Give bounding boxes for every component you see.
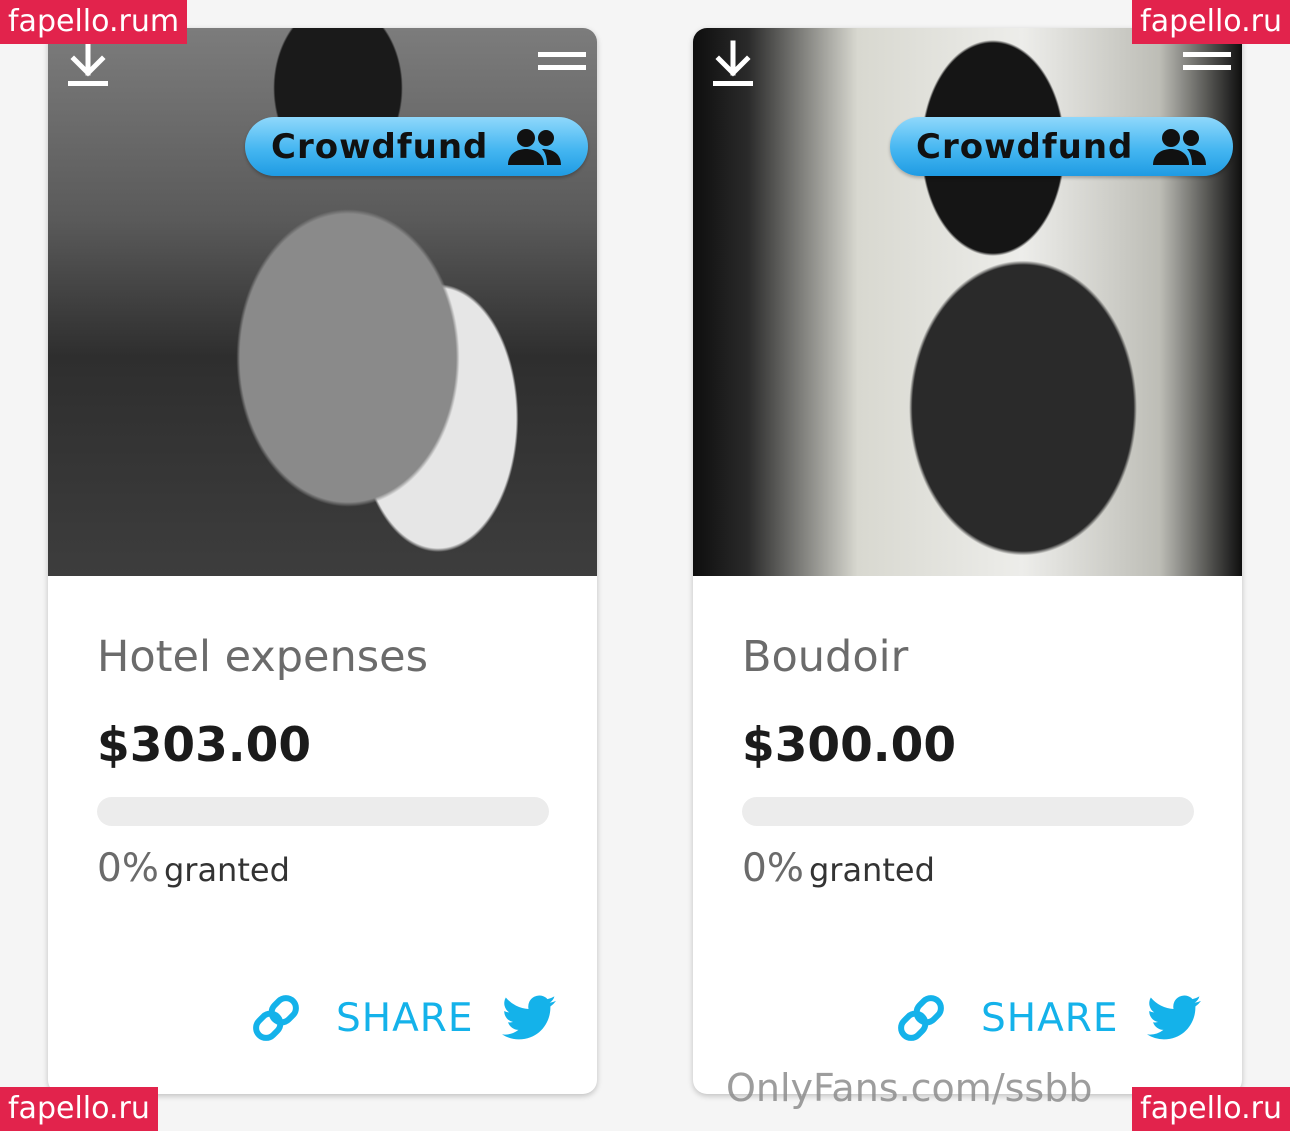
twitter-icon[interactable]	[1146, 995, 1201, 1041]
watermark-bottom-left: fapello.ru	[0, 1087, 158, 1131]
card-photo[interactable]: Crowdfund	[48, 28, 597, 576]
link-icon[interactable]	[893, 990, 949, 1046]
download-icon	[713, 40, 753, 86]
menu-icon	[538, 52, 586, 70]
granted-status: 0% granted	[742, 846, 935, 891]
crowdfund-card: Crowdfund Boudoir $300.00 0% granted SHA…	[693, 28, 1242, 1094]
share-row: SHARE	[248, 988, 556, 1048]
link-icon[interactable]	[248, 990, 304, 1046]
badge-label: Crowdfund	[916, 126, 1134, 167]
card-amount: $303.00	[97, 718, 312, 773]
watermark-top-right: fapello.ru	[1132, 0, 1290, 44]
crowdfund-badge: Crowdfund	[245, 117, 589, 176]
download-icon	[68, 40, 108, 86]
crowdfund-badge: Crowdfund	[890, 117, 1234, 176]
watermark-top-left: fapello.rum	[0, 0, 188, 44]
card-amount: $300.00	[742, 718, 957, 773]
group-icon	[1153, 128, 1207, 165]
group-icon	[508, 128, 562, 165]
share-button[interactable]: SHARE	[981, 996, 1119, 1041]
crowdfund-card: Crowdfund Hotel expenses $303.00 0% gran…	[48, 28, 597, 1094]
granted-label: granted	[163, 851, 290, 889]
download-button[interactable]	[701, 28, 765, 100]
granted-status: 0% granted	[97, 846, 290, 891]
onlyfans-watermark: OnlyFans.com/ssbb	[726, 1066, 1093, 1110]
progress-bar	[742, 797, 1194, 826]
card-photo[interactable]: Crowdfund	[693, 28, 1242, 576]
granted-label: granted	[808, 851, 935, 889]
menu-button[interactable]	[527, 28, 597, 98]
badge-label: Crowdfund	[271, 126, 489, 167]
progress-bar	[97, 797, 549, 826]
watermark-bottom-right: fapello.ru	[1132, 1087, 1290, 1131]
twitter-icon[interactable]	[501, 995, 556, 1041]
granted-percent: 0%	[97, 846, 159, 891]
card-title: Boudoir	[742, 632, 909, 682]
granted-percent: 0%	[742, 846, 804, 891]
share-row: SHARE	[893, 988, 1201, 1048]
card-title: Hotel expenses	[97, 632, 428, 682]
share-button[interactable]: SHARE	[336, 996, 474, 1041]
menu-icon	[1183, 52, 1231, 70]
